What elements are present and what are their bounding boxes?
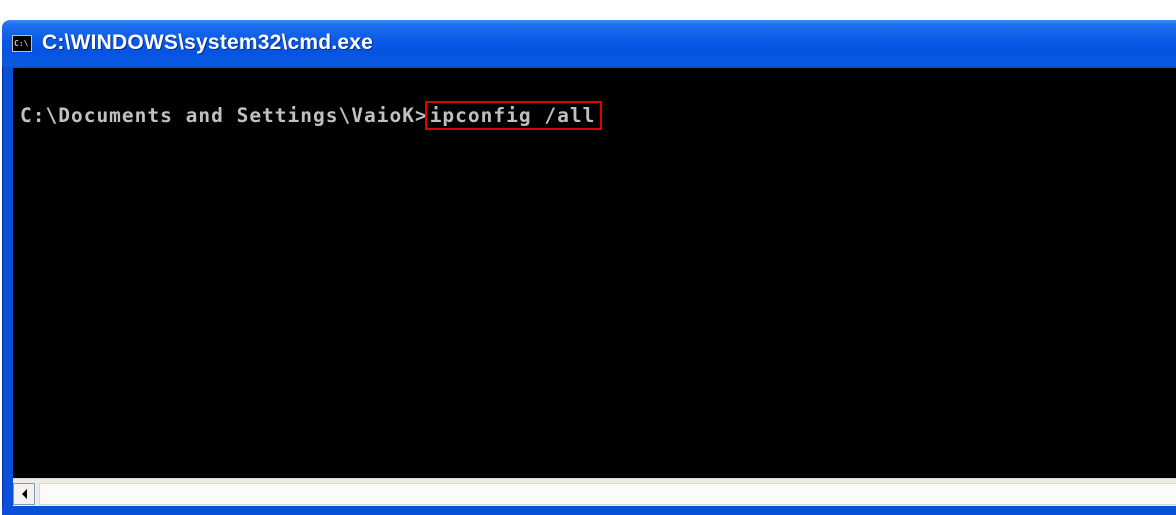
command-prompt: C:\Documents and Settings\VaioK> <box>20 104 428 127</box>
scroll-left-button[interactable] <box>13 483 35 505</box>
cmd-window: C:\ C:\WINDOWS\system32\cmd.exe C:\Docum… <box>0 0 1176 515</box>
cmd-icon[interactable]: C:\ <box>12 34 32 52</box>
console-line: C:\Documents and Settings\VaioK> ipconfig… <box>20 101 603 130</box>
title-bar[interactable]: C:\ C:\WINDOWS\system32\cmd.exe <box>2 20 1176 66</box>
scrollbar-thumb[interactable] <box>39 483 1176 505</box>
horizontal-scrollbar[interactable] <box>13 478 1176 506</box>
window-frame-bottom <box>2 506 1176 515</box>
highlighted-command: ipconfig /all <box>424 101 603 130</box>
chevron-left-icon <box>21 489 27 499</box>
console-area[interactable]: C:\Documents and Settings\VaioK> ipconfig… <box>13 68 1176 478</box>
window-title: C:\WINDOWS\system32\cmd.exe <box>42 31 374 54</box>
